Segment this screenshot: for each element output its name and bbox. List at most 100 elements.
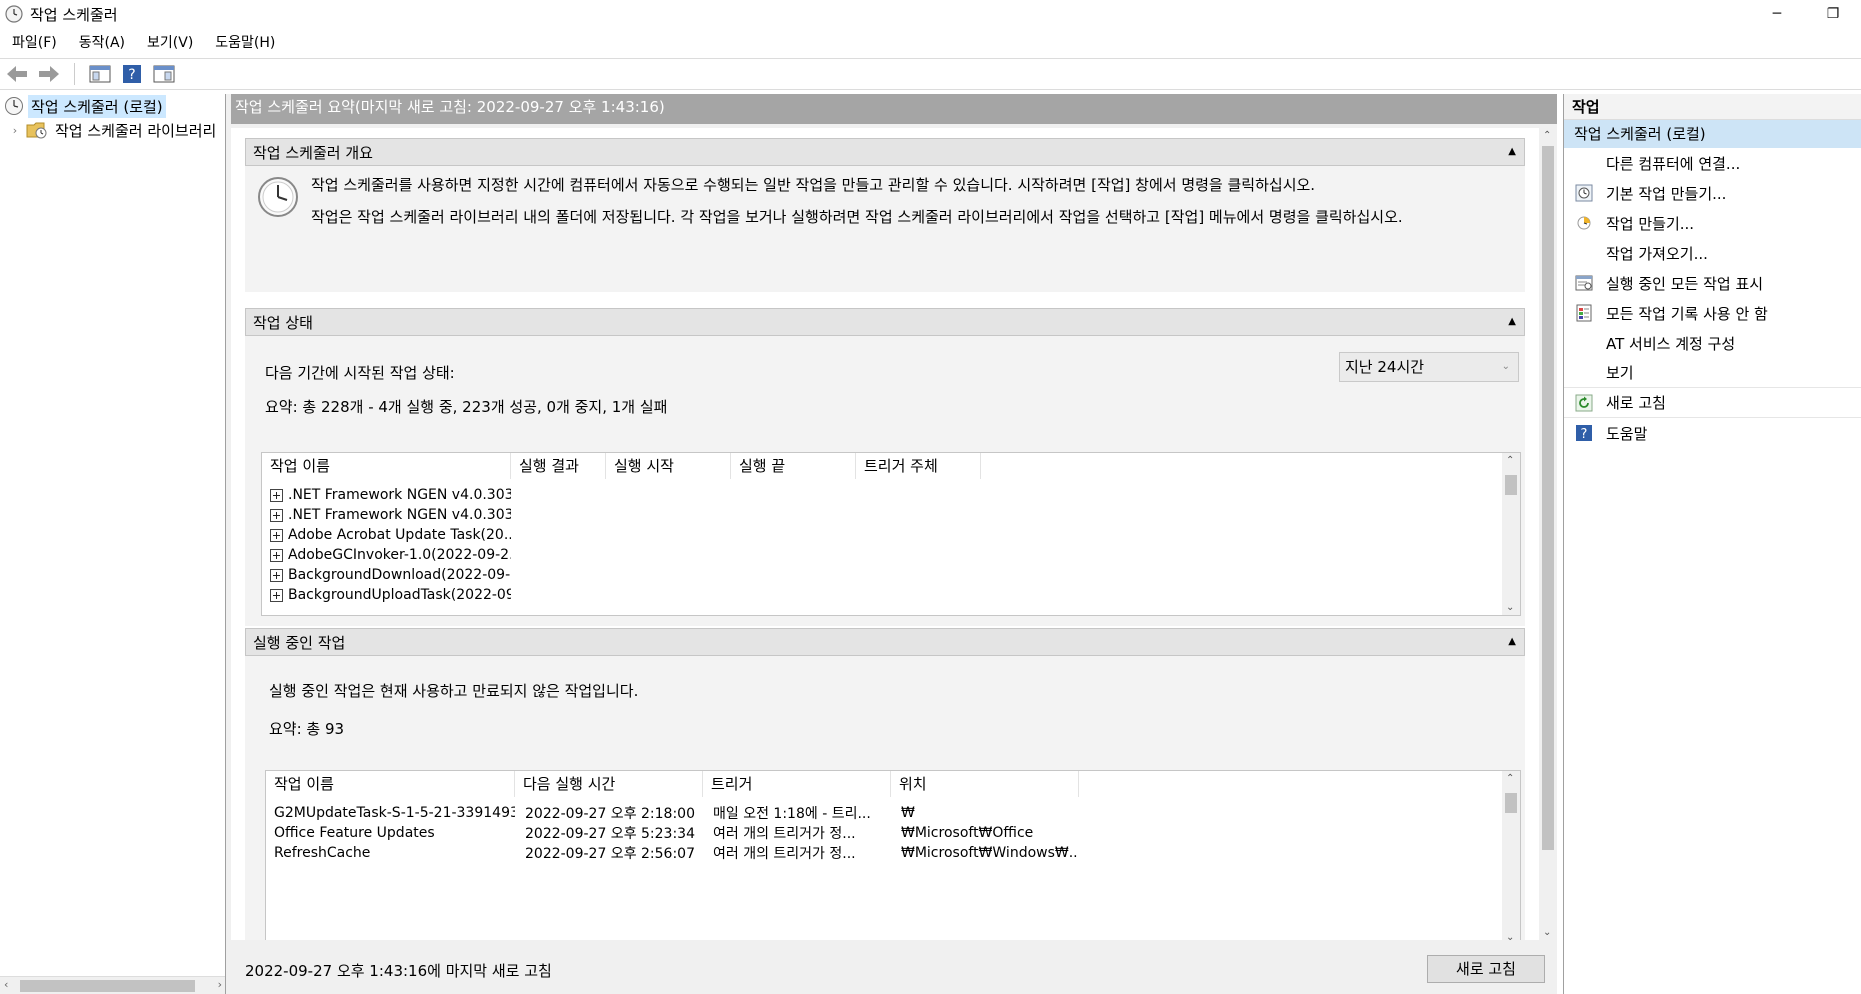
action-refresh[interactable]: 새로 고침 xyxy=(1564,388,1861,418)
running-tasks-section-header[interactable]: 실행 중인 작업 ▲ xyxy=(245,628,1525,656)
expand-plus-icon[interactable] xyxy=(270,568,283,582)
expand-plus-icon[interactable] xyxy=(270,528,283,542)
collapse-icon[interactable]: ▲ xyxy=(1508,316,1516,327)
refresh-button[interactable]: 새로 고침 xyxy=(1427,955,1545,983)
grid-vertical-scrollbar[interactable]: ⌃ ⌄ xyxy=(1502,771,1520,940)
col-triggered-by[interactable]: 트리거 주체 xyxy=(856,453,981,479)
location: ₩ xyxy=(901,805,915,821)
toolbar: ? xyxy=(0,58,1861,90)
table-row[interactable]: .NET Framework NGEN v4.0.303... xyxy=(262,505,511,525)
action-disable-task-history[interactable]: 모든 작업 기록 사용 안 함 xyxy=(1564,298,1861,328)
menu-action[interactable]: 동작(A) xyxy=(71,30,133,56)
grid-header: 작업 이름 다음 실행 시간 트리거 위치 xyxy=(266,771,1079,797)
table-row[interactable]: RefreshCache 2022-09-27 오후 2:56:07 여러 개의… xyxy=(266,843,1079,863)
action-label: 도움말 xyxy=(1606,424,1648,443)
scrollbar-thumb[interactable] xyxy=(1505,475,1517,495)
menu-view[interactable]: 보기(V) xyxy=(139,30,201,56)
col-location[interactable]: 위치 xyxy=(891,771,1079,797)
action-at-service-account[interactable]: AT 서비스 계정 구성 xyxy=(1564,328,1861,358)
menu-file[interactable]: 파일(F) xyxy=(4,30,65,56)
task-name: BackgroundUploadTask(2022-09-... xyxy=(288,587,511,603)
table-row[interactable]: Adobe Acrobat Update Task(20... xyxy=(262,525,511,545)
minimize-button[interactable]: ─ xyxy=(1749,0,1805,28)
overview-section-header[interactable]: 작업 스케줄러 개요 ▲ xyxy=(245,138,1525,166)
running-summary: 요약: 총 93 xyxy=(269,720,345,738)
actions-group-header[interactable]: 작업 스케줄러 (로컬) xyxy=(1564,120,1861,148)
action-connect-computer[interactable]: 다른 컴퓨터에 연결... xyxy=(1564,148,1861,178)
scroll-left-icon[interactable]: ‹ xyxy=(4,978,8,991)
expand-plus-icon[interactable] xyxy=(270,508,283,522)
show-hide-action-pane-button[interactable] xyxy=(151,61,177,87)
overview-text-2: 작업은 작업 스케줄러 라이브러리 내의 폴더에 저장됩니다. 각 작업을 보거… xyxy=(311,208,1403,226)
scroll-down-icon[interactable]: ⌄ xyxy=(1506,932,1514,940)
running-tasks-grid: 작업 이름 다음 실행 시간 트리거 위치 G2MUpdateTask-S-1-… xyxy=(265,770,1521,940)
action-label: 작업 가져오기... xyxy=(1606,244,1708,263)
action-view[interactable]: 보기 xyxy=(1564,358,1861,388)
action-create-basic-task[interactable]: 기본 작업 만들기... xyxy=(1564,178,1861,208)
scrollbar-thumb[interactable] xyxy=(1505,793,1517,813)
summary-pane: 작업 스케줄러 요약(마지막 새로 고침: 2022-09-27 오후 1:43… xyxy=(231,94,1557,994)
col-task-name[interactable]: 작업 이름 xyxy=(262,453,511,479)
grid-header: 작업 이름 실행 결과 실행 시작 실행 끝 트리거 주체 xyxy=(262,453,981,479)
action-create-task[interactable]: 작업 만들기... xyxy=(1564,208,1861,238)
scroll-down-icon[interactable]: ⌄ xyxy=(1543,927,1551,938)
running-description: 실행 중인 작업은 현재 사용하고 만료되지 않은 작업입니다. xyxy=(269,682,639,700)
task-name: BackgroundDownload(2022-09-... xyxy=(288,567,511,583)
scroll-right-icon[interactable]: › xyxy=(218,978,222,991)
chevron-down-icon: ⌄ xyxy=(1501,361,1510,372)
task-status-section-header[interactable]: 작업 상태 ▲ xyxy=(245,308,1525,336)
action-pane-icon xyxy=(153,65,175,83)
task-status-grid: 작업 이름 실행 결과 실행 시작 실행 끝 트리거 주체 .NET Frame… xyxy=(261,452,1521,616)
scrollbar-thumb[interactable] xyxy=(20,980,195,992)
overview-text-1: 작업 스케줄러를 사용하면 지정한 시간에 컴퓨터에서 자동으로 수행되는 일반… xyxy=(311,176,1316,194)
summary-vertical-scrollbar[interactable]: ⌃ ⌄ xyxy=(1539,128,1557,940)
period-dropdown[interactable]: 지난 24시간 ⌄ xyxy=(1339,352,1519,382)
action-label: AT 서비스 계정 구성 xyxy=(1606,334,1736,353)
collapse-icon[interactable]: ▲ xyxy=(1508,636,1516,647)
action-label: 기본 작업 만들기... xyxy=(1606,184,1727,203)
table-row[interactable]: G2MUpdateTask-S-1-5-21-3391493... 2022-0… xyxy=(266,803,1079,823)
menu-help[interactable]: 도움말(H) xyxy=(207,30,283,56)
expand-plus-icon[interactable] xyxy=(270,588,283,602)
show-hide-console-tree-button[interactable] xyxy=(87,61,113,87)
scrollbar-thumb[interactable] xyxy=(1542,146,1554,850)
col-task-name[interactable]: 작업 이름 xyxy=(266,771,515,797)
tree-horizontal-scrollbar[interactable]: ‹ › xyxy=(0,976,225,994)
expand-plus-icon[interactable] xyxy=(270,488,283,502)
collapse-icon[interactable]: ▲ xyxy=(1508,146,1516,157)
refresh-icon xyxy=(1574,393,1594,413)
restore-button[interactable]: ❐ xyxy=(1805,0,1861,28)
action-help[interactable]: ? 도움말 xyxy=(1564,418,1861,448)
action-label: 다른 컴퓨터에 연결... xyxy=(1606,154,1741,173)
expand-chevron-icon[interactable]: › xyxy=(8,124,22,137)
help-toolbar-button[interactable]: ? xyxy=(119,61,145,87)
scroll-up-icon[interactable]: ⌃ xyxy=(1506,773,1514,784)
tree-item-label: 작업 스케줄러 라이브러리 xyxy=(55,121,217,140)
expand-plus-icon[interactable] xyxy=(270,548,283,562)
grid-vertical-scrollbar[interactable]: ⌃ ⌄ xyxy=(1502,453,1520,615)
action-import-task[interactable]: 작업 가져오기... xyxy=(1564,238,1861,268)
col-run-end[interactable]: 실행 끝 xyxy=(731,453,856,479)
table-row[interactable]: AdobeGCInvoker-1.0(2022-09-2... xyxy=(262,545,511,565)
help-icon: ? xyxy=(123,65,141,83)
col-run-start[interactable]: 실행 시작 xyxy=(606,453,731,479)
section-title: 작업 상태 xyxy=(253,313,313,332)
table-row[interactable]: Office Feature Updates 2022-09-27 오후 5:2… xyxy=(266,823,1079,843)
table-row[interactable]: BackgroundUploadTask(2022-09-... xyxy=(262,585,511,605)
action-display-running-tasks[interactable]: 실행 중인 모든 작업 표시 xyxy=(1564,268,1861,298)
scroll-up-icon[interactable]: ⌃ xyxy=(1543,130,1551,141)
tree-item-task-scheduler-local[interactable]: 작업 스케줄러 (로컬) xyxy=(0,94,225,118)
table-row[interactable]: .NET Framework NGEN v4.0.303... xyxy=(262,485,511,505)
actions-pane: 작업 작업 스케줄러 (로컬) 다른 컴퓨터에 연결... 기본 작업 만들기.… xyxy=(1563,94,1861,994)
tree-item-task-library[interactable]: › 작업 스케줄러 라이브러리 xyxy=(0,118,225,142)
next-run-time: 2022-09-27 오후 2:56:07 xyxy=(525,846,695,862)
scroll-down-icon[interactable]: ⌄ xyxy=(1506,602,1514,613)
col-next-run-time[interactable]: 다음 실행 시간 xyxy=(515,771,703,797)
scroll-up-icon[interactable]: ⌃ xyxy=(1506,455,1514,466)
table-row[interactable]: BackgroundDownload(2022-09-... xyxy=(262,565,511,585)
back-button[interactable] xyxy=(4,61,30,87)
col-run-result[interactable]: 실행 결과 xyxy=(511,453,606,479)
clock-icon xyxy=(5,97,23,115)
col-trigger[interactable]: 트리거 xyxy=(703,771,891,797)
forward-button[interactable] xyxy=(36,61,62,87)
